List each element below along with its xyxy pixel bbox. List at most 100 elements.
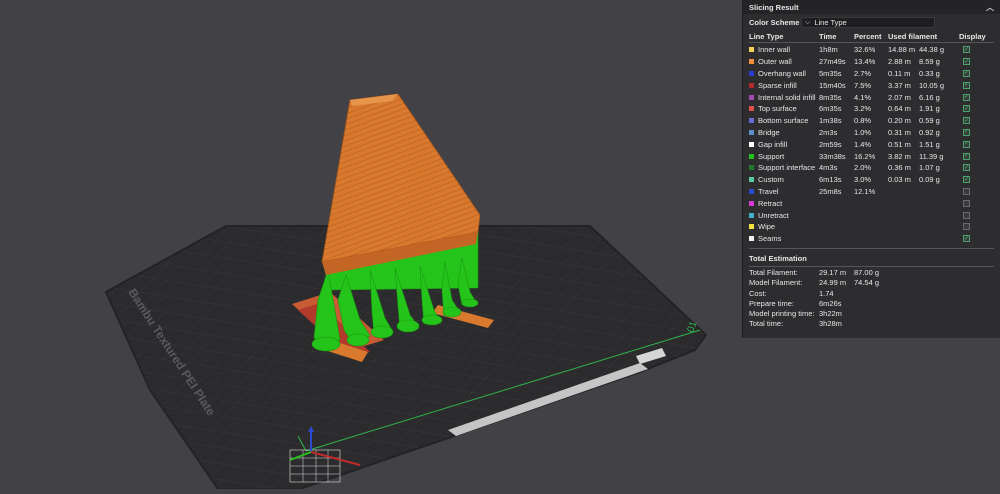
display-checkbox[interactable]: ✓: [963, 81, 970, 89]
line-type-name: Inner wall: [758, 45, 791, 55]
line-type-row: Bridge 2m3s 1.0% 0.31 m 0.92 g ✓: [743, 127, 1000, 139]
panel-header: Slicing Result ︿: [743, 0, 1000, 14]
color-swatch: [749, 200, 754, 206]
line-type-name: Seams: [758, 234, 782, 244]
line-type-meters: 2.07 m: [888, 92, 911, 102]
display-checkbox[interactable]: [963, 223, 970, 231]
display-checkbox[interactable]: ✓: [963, 152, 970, 160]
color-scheme-row: Color Scheme ⌵ Line Type: [743, 14, 1000, 31]
color-swatch: [749, 94, 754, 100]
display-checkbox[interactable]: ✓: [963, 105, 970, 113]
line-type-name-cell: Inner wall: [749, 45, 819, 54]
display-checkbox[interactable]: ✓: [963, 140, 970, 148]
line-type-name: Bottom surface: [758, 116, 809, 126]
col-percent: Percent: [854, 31, 882, 41]
line-type-percent: 32.6%: [854, 45, 876, 55]
line-type-percent: 7.5%: [854, 80, 872, 90]
line-type-time: 1h8m: [819, 45, 838, 55]
display-checkbox[interactable]: ✓: [963, 93, 970, 101]
total-value-1: 1.74: [819, 288, 834, 298]
section-divider: [749, 247, 994, 249]
display-checkbox[interactable]: [963, 199, 970, 207]
line-type-meters: 0.31 m: [888, 127, 911, 137]
display-checkbox[interactable]: ✓: [963, 235, 970, 243]
line-type-meters: 0.36 m: [888, 163, 911, 173]
color-swatch: [749, 165, 754, 171]
line-type-time: 1m38s: [819, 116, 842, 126]
line-type-row: Internal solid infill 8m35s 4.1% 2.07 m 6.16…: [743, 91, 1000, 103]
line-type-percent: 3.0%: [854, 175, 872, 185]
line-type-row: Outer wall 27m49s 13.4% 2.88 m 8.59 g ✓: [743, 56, 1000, 68]
line-type-time: 27m49s: [819, 57, 846, 67]
line-type-meters: 0.64 m: [888, 104, 911, 114]
line-type-grams: 0.09 g: [919, 175, 940, 185]
color-swatch: [749, 141, 754, 147]
line-type-grams: 0.92 g: [919, 127, 940, 137]
line-type-row: Overhang wall 5m35s 2.7% 0.11 m 0.33 g ✓: [743, 68, 1000, 80]
display-checkbox[interactable]: ✓: [963, 128, 970, 136]
total-row: Total time: 3h28m: [743, 318, 1000, 328]
line-type-name: Internal solid infill: [758, 92, 816, 102]
display-checkbox[interactable]: ✓: [963, 46, 970, 54]
display-checkbox[interactable]: [963, 211, 970, 219]
color-swatch: [749, 82, 754, 88]
line-type-name-cell: Travel: [749, 187, 819, 196]
line-type-name: Support: [758, 151, 785, 161]
total-value-1: 6m26s: [819, 298, 842, 308]
display-checkbox[interactable]: [963, 187, 970, 195]
line-type-grams: 8.59 g: [919, 57, 940, 67]
line-type-name-cell: Overhang wall: [749, 69, 819, 78]
color-swatch: [749, 212, 754, 218]
color-swatch: [749, 106, 754, 112]
color-swatch: [749, 177, 754, 183]
color-scheme-select[interactable]: ⌵ Line Type: [801, 17, 935, 28]
line-type-name: Overhang wall: [758, 68, 806, 78]
line-type-name-cell: Unretract: [749, 211, 819, 220]
line-type-time: 6m35s: [819, 104, 842, 114]
totals-table: Total Filament: 29.17 m 87.00 g Model Filam…: [743, 268, 1000, 329]
line-type-row: Retract: [743, 197, 1000, 209]
line-type-percent: 4.1%: [854, 92, 872, 102]
line-type-percent: 16.2%: [854, 151, 876, 161]
col-time: Time: [819, 31, 837, 41]
line-type-name-cell: Internal solid infill: [749, 93, 819, 102]
line-type-meters: 3.82 m: [888, 151, 911, 161]
line-type-meters: 3.37 m: [888, 80, 911, 90]
line-type-meters: 2.88 m: [888, 57, 911, 67]
display-checkbox[interactable]: ✓: [963, 117, 970, 125]
line-type-grams: 6.16 g: [919, 92, 940, 102]
line-type-row: Support 33m38s 16.2% 3.82 m 11.39 g ✓: [743, 150, 1000, 162]
line-type-percent: 1.4%: [854, 139, 872, 149]
table-header: Line Type Time Percent Used filament Dis…: [743, 31, 1000, 41]
line-type-grams: 10.05 g: [919, 80, 945, 90]
color-scheme-label: Color Scheme: [749, 18, 800, 27]
line-type-row: Support interface 4m3s 2.0% 0.36 m 1.07 g ✓: [743, 162, 1000, 174]
line-type-name: Gap infill: [758, 139, 788, 149]
line-type-row: Gap infill 2m59s 1.4% 0.51 m 1.51 g ✓: [743, 138, 1000, 150]
line-type-grams: 11.39 g: [919, 151, 944, 161]
color-swatch: [749, 188, 754, 194]
display-checkbox[interactable]: ✓: [963, 176, 970, 184]
line-type-row: Bottom surface 1m38s 0.8% 0.20 m 0.59 g ✓: [743, 115, 1000, 127]
total-label: Cost:: [749, 288, 767, 298]
line-type-row: Travel 25m8s 12.1%: [743, 186, 1000, 198]
line-type-name: Support interface: [758, 163, 816, 173]
total-label: Model Filament:: [749, 278, 803, 288]
line-type-name: Retract: [758, 198, 783, 208]
line-type-name: Unretract: [758, 210, 789, 220]
total-row: Cost: 1.74: [743, 288, 1000, 298]
line-type-grams: 44.38 g: [919, 45, 945, 55]
display-checkbox[interactable]: ✓: [963, 69, 970, 77]
line-type-name: Sparse infill: [758, 80, 797, 90]
line-type-time: 25m8s: [819, 186, 842, 196]
line-type-name-cell: Support: [749, 152, 819, 161]
total-estimation-title: Total Estimation: [749, 253, 807, 263]
line-type-time: 2m59s: [819, 139, 842, 149]
chevron-up-icon[interactable]: ︿: [986, 2, 994, 13]
display-checkbox[interactable]: ✓: [963, 58, 970, 66]
line-type-grams: 0.33 g: [919, 68, 940, 78]
display-checkbox[interactable]: ✓: [963, 164, 970, 172]
line-type-percent: 13.4%: [854, 57, 876, 67]
total-row: Model printing time: 3h22m: [743, 308, 1000, 318]
total-label: Prepare time:: [749, 298, 795, 308]
